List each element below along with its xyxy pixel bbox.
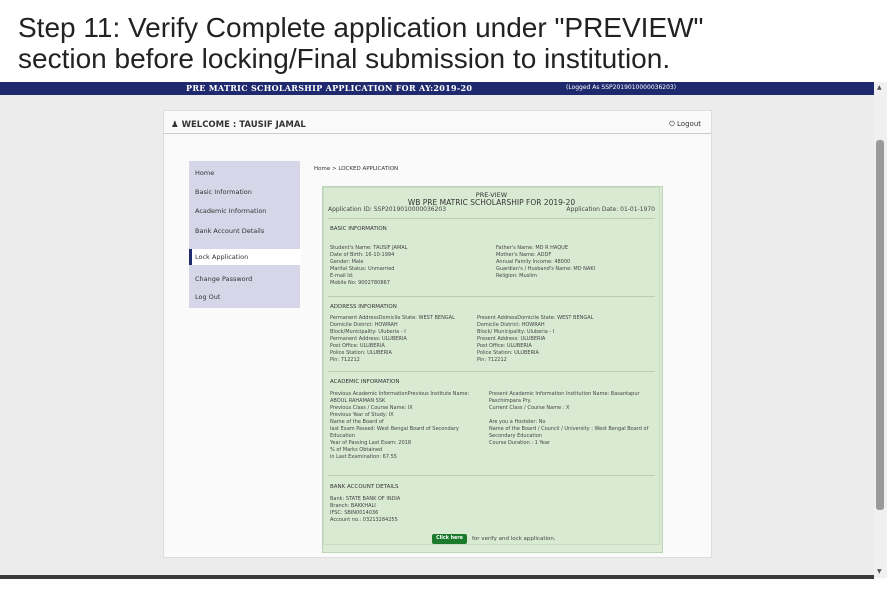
info-line: Course Duration : 1 Year — [489, 440, 550, 446]
info-line: Marital Status: Unmarried — [330, 266, 395, 272]
app-title: PRE MATRIC SCHOLARSHIP APPLICATION FOR A… — [186, 83, 473, 93]
academic-heading: ACADEMIC INFORMATION — [330, 379, 400, 385]
info-line: E-mail Id: — [330, 273, 354, 279]
info-line: Previous Class / Course Name: IX — [330, 405, 413, 411]
divider — [328, 296, 655, 297]
verify-lock-button[interactable]: Click here — [432, 534, 467, 544]
info-line: Present AddressDomicile State: WEST BENG… — [477, 315, 594, 321]
menu-academic-info[interactable]: Academic Information — [195, 207, 266, 215]
info-line: Permanent AddressDomicile State: WEST BE… — [330, 315, 455, 321]
bottom-bar — [0, 575, 874, 579]
menu-logout[interactable]: Log Out — [195, 293, 220, 301]
info-line: Previous Year of Study: IX — [330, 412, 394, 418]
info-line: Pin: 712212 — [330, 357, 360, 363]
info-line: % of Marks Obtained — [330, 447, 383, 453]
tutorial-caption: Step 11: Verify Complete application und… — [18, 12, 858, 74]
menu-lock-application[interactable]: Lock Application — [195, 253, 248, 261]
info-line: Guardian's / Husband's Name: MD NAKI — [496, 266, 596, 272]
menu-bank-details[interactable]: Bank Account Details — [195, 227, 264, 235]
info-line: Secondary Education — [489, 433, 542, 439]
info-line: Domicile District: HOWRAH — [330, 322, 398, 328]
scroll-up-icon[interactable]: ▲ — [877, 84, 882, 91]
bank-heading: BANK ACCOUNT DETAILS — [330, 484, 399, 490]
info-line: last Exam Passed: West Bengal Board of S… — [330, 426, 459, 432]
caption-line-1: Step 11: Verify Complete application und… — [18, 12, 704, 43]
breadcrumb: Home > LOCKED APPLICATION — [314, 166, 399, 172]
info-line: Present Address: ULUBERIA — [477, 336, 546, 342]
divider — [164, 133, 711, 134]
power-icon: ⏻ — [669, 120, 675, 128]
menu-basic-info[interactable]: Basic Information — [195, 188, 252, 196]
info-line: Domicile District: HOWRAH — [477, 322, 545, 328]
logged-as: (Logged As SSP2019010000036203) — [566, 84, 677, 91]
basic-heading: BASIC INFORMATION — [330, 226, 387, 232]
divider — [328, 475, 655, 476]
scroll-down-icon[interactable]: ▼ — [877, 568, 882, 575]
address-right: Present AddressDomicile State: WEST BENG… — [477, 315, 593, 364]
action-text: for verify and lock application. — [472, 536, 556, 542]
address-heading: ADDRESS INFORMATION — [330, 304, 397, 310]
bank-details: Bank: STATE BANK OF INDIA Branch: BAKKHA… — [330, 496, 400, 524]
scroll-thumb[interactable] — [876, 140, 884, 510]
info-line: Previous Academic InformationPrevious In… — [330, 391, 470, 397]
info-line: ABDUL RAHAMAN SSK — [330, 398, 386, 404]
info-line: Year of Passing Last Exam: 2018 — [330, 440, 412, 446]
info-line: Paschimpara Pry. — [489, 398, 532, 404]
basic-right: Father's Name: MD R HAQUE Mother's Name:… — [496, 245, 595, 280]
info-line: Are you a Hosteler: No — [489, 419, 546, 425]
info-line: in Last Examination: 67.55 — [330, 454, 397, 460]
info-line — [489, 412, 648, 419]
info-line: Mobile No: 9002780867 — [330, 280, 390, 286]
info-line: Annual Family Income: 48000 — [496, 259, 571, 265]
info-line: Police Station: ULUBERIA — [477, 350, 539, 356]
address-left: Permanent AddressDomicile State: WEST BE… — [330, 315, 455, 364]
application-date: Application Date: 01-01-1970 — [566, 206, 655, 213]
side-menu: Home Basic Information Academic Informat… — [189, 161, 301, 308]
menu-home[interactable]: Home — [195, 169, 214, 177]
preview-form: PRE-VIEW WB PRE MATRIC SCHOLARSHIP FOR 2… — [322, 186, 663, 553]
top-bar: PRE MATRIC SCHOLARSHIP APPLICATION FOR A… — [0, 82, 874, 95]
browser-screenshot: PRE MATRIC SCHOLARSHIP APPLICATION FOR A… — [0, 82, 874, 578]
info-line: Permanent Address: ULUBERIA — [330, 336, 407, 342]
page-scrollbar[interactable]: ▲ ▼ — [874, 82, 887, 578]
welcome-label: WELCOME : TAUSIF JAMAL — [181, 120, 306, 130]
info-line: Current Class / Course Name : X — [489, 405, 570, 411]
academic-left: Previous Academic InformationPrevious In… — [330, 391, 469, 461]
divider — [328, 218, 655, 219]
info-line: Gender: Male — [330, 259, 364, 265]
menu-change-password[interactable]: Change Password — [195, 275, 252, 283]
info-line: Name of the Board of — [330, 419, 384, 425]
application-id: Application ID: SSP2019010000036203 — [328, 206, 447, 213]
info-line: Name of the Board / Council / University… — [489, 426, 649, 432]
logout-label: Logout — [677, 120, 701, 128]
info-line: Account no.: 03213284255 — [330, 517, 398, 523]
info-line: Police Station: ULUBERIA — [330, 350, 392, 356]
info-line: IFSC: SBIN0014036 — [330, 510, 379, 516]
info-line: Religion: Muslim — [496, 273, 537, 279]
info-line: Present Academic Information Institution… — [489, 391, 640, 397]
info-line: Post Office: ULUBERIA — [330, 343, 385, 349]
info-line: Bank: STATE BANK OF INDIA — [330, 496, 401, 502]
info-line: Pin: 712212 — [477, 357, 507, 363]
info-line: Block/Municipality: Uluberia - I — [330, 329, 406, 335]
main-panel: ♟ WELCOME : TAUSIF JAMAL ⏻ Logout Home B… — [163, 110, 712, 558]
info-line: Student's Name: TAUSIF JAMAL — [330, 245, 408, 251]
divider — [328, 371, 655, 372]
info-line: Block/ Municipality: Uluberia - I — [477, 329, 555, 335]
user-icon: ♟ — [171, 120, 179, 130]
info-line: Date of Birth: 16-10-1994 — [330, 252, 395, 258]
caption-line-2: section before locking/Final submission … — [18, 43, 671, 74]
basic-left: Student's Name: TAUSIF JAMAL Date of Bir… — [330, 245, 407, 287]
academic-right: Present Academic Information Institution… — [489, 391, 648, 447]
welcome-text: ♟ WELCOME : TAUSIF JAMAL — [171, 120, 306, 130]
preview-inner: PRE-VIEW WB PRE MATRIC SCHOLARSHIP FOR 2… — [323, 187, 660, 545]
info-line: Branch: BAKKHALI — [330, 503, 376, 509]
info-line: Post Office: ULUBERIA — [477, 343, 532, 349]
info-line: Father's Name: MD R HAQUE — [496, 245, 568, 251]
logout-link[interactable]: ⏻ Logout — [669, 120, 701, 129]
info-line: Mother's Name: ADDF — [496, 252, 552, 258]
info-line: Education — [330, 433, 355, 439]
